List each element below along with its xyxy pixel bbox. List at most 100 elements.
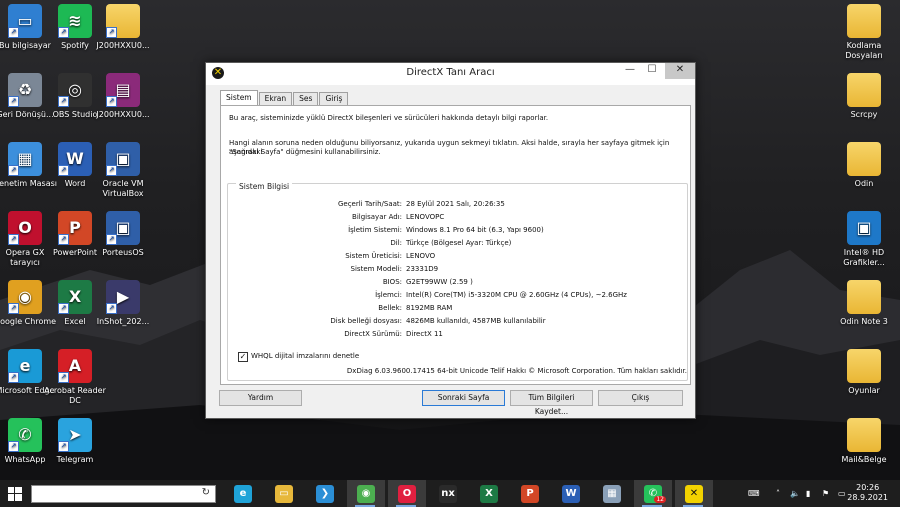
info-row: Bellek: 8192MB RAM [228,303,687,313]
windows-logo-icon [8,486,22,501]
shortcut-arrow-icon: ↗ [106,27,117,38]
tab-strip: Sistem Ekran Ses Giriş [220,90,349,106]
taskbar-chrome[interactable]: ◉ [347,480,385,507]
save-all-info-button[interactable]: Tüm Bilgileri Kaydet... [510,390,593,416]
exit-button[interactable]: Çıkış [598,390,683,406]
shortcut-arrow-icon: ↗ [8,303,19,314]
desktop-icon[interactable]: Mail&Belge [830,418,898,465]
whql-checkbox[interactable]: ✓ WHQL dijital imzalarını denetle [238,352,359,362]
desktop-icon[interactable]: Odin [830,142,898,189]
intel-graphics-icon: ▣ [847,211,881,245]
taskbar-excel[interactable]: X [470,480,508,507]
notification-icon[interactable]: ▭ [838,480,846,507]
taskbar-opera-gx[interactable]: O [388,480,426,507]
desktop-icon[interactable]: ▣ ↗ Oracle VM VirtualBox [89,142,157,199]
taskbar-dxdiag[interactable]: ✕ [675,480,713,507]
info-key: BIOS: [382,278,402,286]
intro-text: Bu araç, sisteminizde yüklü DirectX bile… [229,114,549,122]
taskbar-powerpoint[interactable]: P [511,480,549,507]
taskbar-explorer[interactable]: ▭ [265,480,303,507]
folder-icon [847,349,881,383]
opera-gx-icon: O ↗ [8,211,42,245]
taskbar-whatsapp[interactable]: ✆ 12 [634,480,672,507]
start-button[interactable] [0,480,30,507]
next-page-button[interactable]: Sonraki Sayfa [422,390,505,406]
video-file-icon: ▶ ↗ [106,280,140,314]
chrome-icon: ◉ ↗ [8,280,42,314]
taskbar-nox[interactable]: nx [429,480,467,507]
edge-icon: e ↗ [8,349,42,383]
info-key: Dil: [390,239,402,247]
tab-giris[interactable]: Giriş [319,92,349,105]
desktop-icon-label: Scrcpy [850,110,878,119]
desktop-icon-label: Telegram [56,455,94,464]
intro-text-2b: "Sonraki Sayfa" düğmesini kullanabilirsi… [229,148,381,156]
taskbar-edge[interactable]: e [224,480,262,507]
tab-ekran[interactable]: Ekran [258,92,293,105]
network-icon[interactable]: ▮ [806,480,810,507]
clock[interactable]: 20:26 28.9.2021 [847,483,888,503]
group-title: Sistem Bilgisi [236,182,293,191]
search-input[interactable]: ↻ [31,485,216,503]
tab-ses[interactable]: Ses [293,92,319,105]
maximize-button[interactable]: ☐ [641,63,663,79]
word-icon: W [562,484,580,503]
flag-icon[interactable]: ⚑ [822,480,829,507]
info-key: Geçerli Tarih/Saat: [337,200,402,208]
taskbar-control-panel[interactable]: ▦ [593,480,631,507]
taskbar-vscode[interactable]: ❯ [306,480,344,507]
shortcut-arrow-icon: ↗ [8,96,19,107]
desktop-icon-label: Odin [854,179,874,188]
refresh-icon[interactable]: ↻ [202,487,210,498]
obs-icon: ◎ ↗ [58,73,92,107]
powerpoint-icon: P [521,484,539,503]
folder-icon [847,4,881,38]
desktop-icon[interactable]: Kodlama Dosyaları [830,4,898,61]
shortcut-arrow-icon: ↗ [106,165,117,176]
desktop-icon[interactable]: ▤ ↗ J200HXXU0... [89,73,157,120]
desktop-icon-label: InShot_202... [96,317,150,326]
clock-time: 20:26 [856,483,880,492]
desktop-icon[interactable]: ▣ Intel® HD Grafikler... [830,211,898,268]
shortcut-arrow-icon: ↗ [58,27,69,38]
computer-icon: ▭ ↗ [8,4,42,38]
desktop-icon-label: J200HXXU0... [96,110,150,119]
desktop-icon[interactable]: Scrcpy [830,73,898,120]
info-value: 28 Eylül 2021 Salı, 20:26:35 [406,200,505,208]
desktop-icon[interactable]: Odin Note 3 [830,280,898,327]
tab-sistem[interactable]: Sistem [220,90,258,105]
desktop-icon-label: J200HXXU0... [96,41,150,50]
checkbox-box[interactable]: ✓ [238,352,248,362]
folder-icon [847,142,881,176]
shortcut-arrow-icon: ↗ [106,303,117,314]
shortcut-arrow-icon: ↗ [58,372,69,383]
info-value: LENOVOPC [406,213,445,221]
directx-icon: ✕ [685,484,703,503]
info-key: İşletim Sistemi: [348,226,402,234]
desktop-icon[interactable]: Oyunlar [830,349,898,396]
info-key: İşlemci: [375,291,402,299]
desktop-icon-label: Oyunlar [848,386,880,395]
close-button[interactable]: ✕ [665,63,695,79]
title-bar[interactable]: ✕ DirectX Tanı Aracı — ☐ ✕ [206,63,695,85]
minimize-button[interactable]: — [619,63,641,79]
volume-icon[interactable]: 🔈 [790,480,800,507]
info-row: Dil: Türkçe (Bölgesel Ayar: Türkçe) [228,238,687,248]
control-panel-icon: ▦ [603,484,621,503]
desktop-icon[interactable]: A ↗ Acrobat Reader DC [41,349,109,406]
desktop-icon[interactable]: ➤ ↗ Telegram [41,418,109,465]
taskbar-word[interactable]: W [552,480,590,507]
keyboard-icon[interactable]: ⌨ [748,480,768,507]
info-key: Sistem Üreticisi: [345,252,402,260]
info-value: 23331D9 [406,265,439,273]
shortcut-arrow-icon: ↗ [8,372,19,383]
desktop-icon[interactable]: ▶ ↗ InShot_202... [89,280,157,327]
help-button[interactable]: Yardım [219,390,302,406]
info-row: Disk belleği dosyası: 4826MB kullanıldı, … [228,316,687,326]
chevron-up-icon[interactable]: ˄ [776,480,780,507]
copyright-text: DxDiag 6.03.9600.17415 64-bit Unicode Te… [346,367,687,375]
desktop-icon[interactable]: ▣ ↗ PorteusOS [89,211,157,258]
chrome-icon: ◉ [357,484,375,503]
info-row: İşletim Sistemi: Windows 8.1 Pro 64 bit (… [228,225,687,235]
desktop-icon[interactable]: ↗ J200HXXU0... [89,4,157,51]
